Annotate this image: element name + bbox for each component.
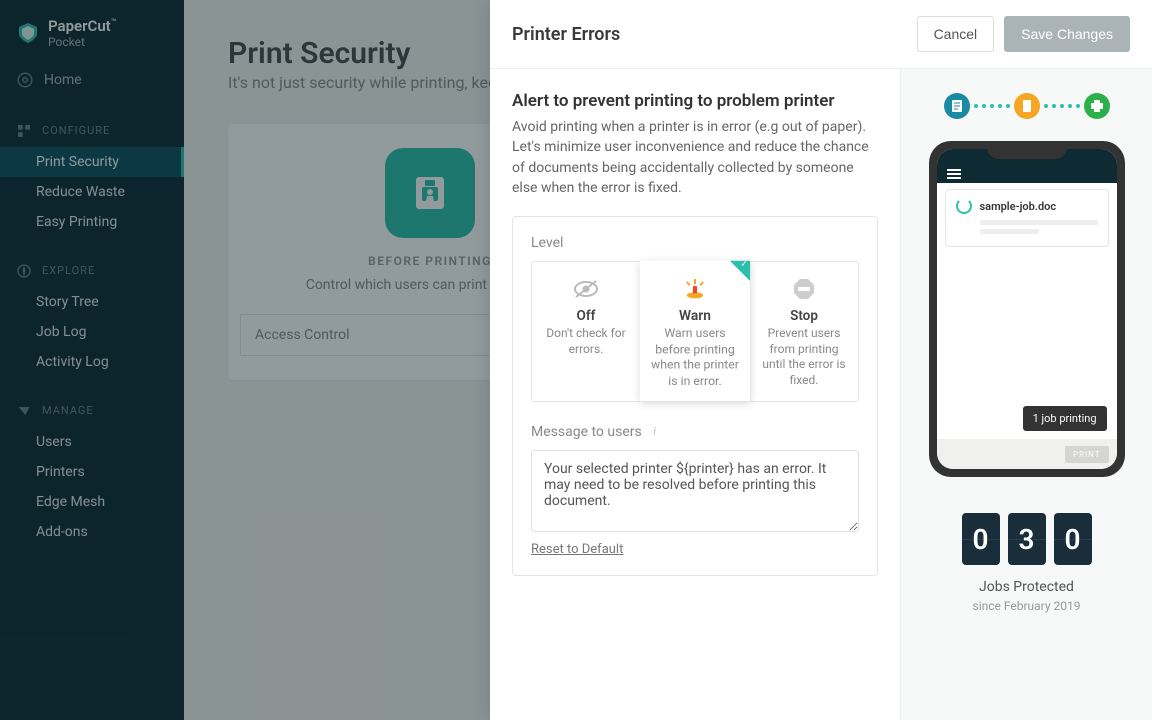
cancel-button[interactable]: Cancel xyxy=(917,16,995,52)
menu-icon xyxy=(947,169,961,179)
level-label: Level xyxy=(531,235,859,251)
message-textarea[interactable] xyxy=(531,450,859,532)
flow-node-document-icon xyxy=(944,93,970,119)
level-option-warn[interactable]: Warn Warn users before printing when the… xyxy=(640,261,751,402)
panel-header: Printer Errors Cancel Save Changes xyxy=(490,0,1152,69)
warn-icon xyxy=(648,275,742,302)
level-warn-title: Warn xyxy=(648,308,742,324)
level-off-desc: Don't check for errors. xyxy=(540,326,632,357)
level-stop-desc: Prevent users from printing until the er… xyxy=(758,326,850,388)
phone-job-card: sample-job.doc xyxy=(945,189,1109,247)
counter-digit: 3 xyxy=(1008,513,1046,565)
level-warn-desc: Warn users before printing when the prin… xyxy=(648,326,742,390)
level-off-title: Off xyxy=(540,308,632,324)
flow-node-printer-icon xyxy=(1084,93,1110,119)
eye-off-icon xyxy=(540,276,632,302)
printer-errors-panel: Printer Errors Cancel Save Changes Alert… xyxy=(490,0,1152,720)
info-icon[interactable]: i xyxy=(648,425,662,439)
counter-digit: 0 xyxy=(1054,513,1092,565)
level-stop-title: Stop xyxy=(758,308,850,324)
job-toast: 1 job printing xyxy=(1023,406,1107,431)
level-options: Off Don't check for errors. Warn Warn us… xyxy=(531,261,859,401)
save-changes-button[interactable]: Save Changes xyxy=(1004,16,1130,52)
settings-block: Level Off Don't check for errors. Warn W… xyxy=(512,216,878,575)
level-option-off[interactable]: Off Don't check for errors. xyxy=(532,262,641,400)
stop-icon xyxy=(758,276,850,302)
panel-form: Alert to prevent printing to problem pri… xyxy=(490,69,900,720)
spinner-icon xyxy=(956,198,972,214)
reset-to-default-link[interactable]: Reset to Default xyxy=(531,542,623,557)
phone-filename: sample-job.doc xyxy=(980,200,1057,213)
jobs-protected-counter: 0 3 0 xyxy=(962,513,1092,565)
panel-title: Printer Errors xyxy=(512,24,620,45)
phone-print-button: PRINT xyxy=(1065,446,1109,463)
alert-heading: Alert to prevent printing to problem pri… xyxy=(512,91,878,111)
counter-sub: since February 2019 xyxy=(973,599,1081,613)
message-label: Message to users i xyxy=(531,424,859,440)
flow-diagram xyxy=(944,93,1110,119)
phone-mockup: sample-job.doc 1 job printing PRINT xyxy=(929,141,1125,477)
alert-description: Avoid printing when a printer is in erro… xyxy=(512,117,878,198)
panel-preview: sample-job.doc 1 job printing PRINT 0 3 xyxy=(900,69,1152,720)
counter-digit: 0 xyxy=(962,513,1000,565)
counter-label: Jobs Protected xyxy=(979,579,1074,595)
level-option-stop[interactable]: Stop Prevent users from printing until t… xyxy=(750,262,858,400)
flow-node-security-icon xyxy=(1014,93,1040,119)
